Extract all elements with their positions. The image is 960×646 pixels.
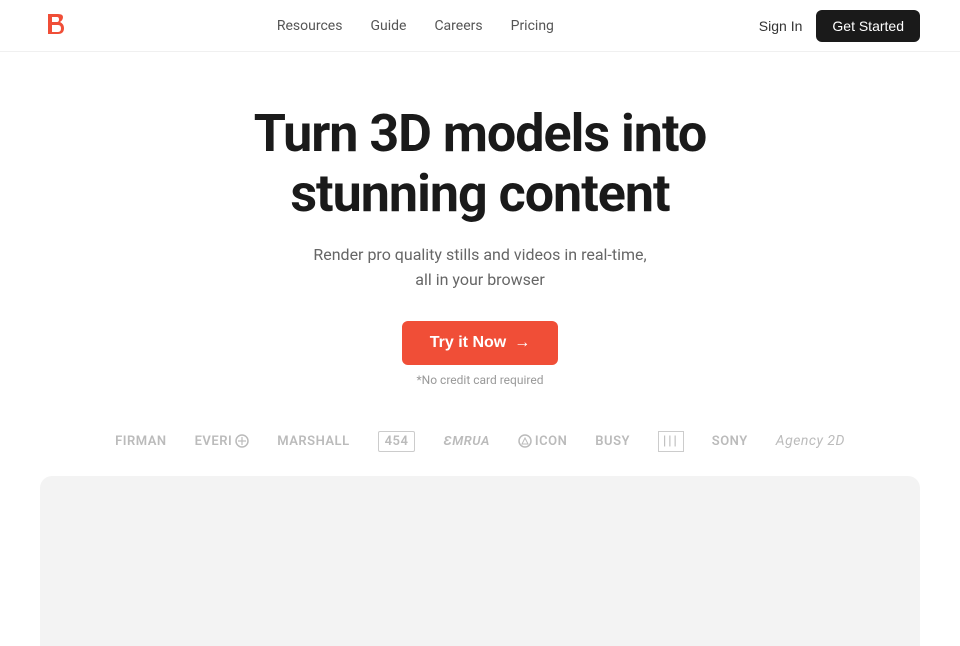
navbar: Resources Guide Careers Pricing Sign In … <box>0 0 960 52</box>
try-now-button[interactable]: Try it Now → <box>402 321 558 365</box>
hero-section: Turn 3D models into stunning content Ren… <box>0 52 960 423</box>
nav-link-guide[interactable]: Guide <box>370 18 406 34</box>
logo[interactable] <box>40 10 72 42</box>
nav-link-pricing[interactable]: Pricing <box>511 18 554 34</box>
no-credit-card-text: *No credit card required <box>416 373 543 387</box>
hero-cta: Try it Now → *No credit card required <box>402 321 558 387</box>
logos-row: FIRMAN EVERI Marshall 454 ɛmrua ICON BUS… <box>0 423 960 476</box>
logo-marshall: Marshall <box>277 434 349 449</box>
logo-busy: BUSY <box>595 434 630 449</box>
arrow-icon: → <box>514 334 530 352</box>
logo-firman: FIRMAN <box>115 434 167 449</box>
nav-link-careers[interactable]: Careers <box>434 18 482 34</box>
hero-title: Turn 3D models into stunning content <box>254 104 706 224</box>
preview-area <box>40 476 920 646</box>
logo-icon: ICON <box>518 434 567 449</box>
logo-sony: SONY <box>712 434 748 449</box>
try-now-label: Try it Now <box>430 334 506 352</box>
sign-in-button[interactable]: Sign In <box>759 18 803 34</box>
get-started-button[interactable]: Get Started <box>816 10 920 42</box>
logo-everi: EVERI <box>195 434 250 449</box>
nav-actions: Sign In Get Started <box>759 10 920 42</box>
logo-emrua: ɛmrua <box>443 433 489 449</box>
logo-454: 454 <box>378 431 416 452</box>
hero-subtitle: Render pro quality stills and videos in … <box>313 242 646 293</box>
nav-links: Resources Guide Careers Pricing <box>277 18 554 34</box>
logo-agency2d: Agency 2D <box>776 433 845 449</box>
nav-link-resources[interactable]: Resources <box>277 18 343 34</box>
logo-bars: ||| <box>658 431 684 452</box>
